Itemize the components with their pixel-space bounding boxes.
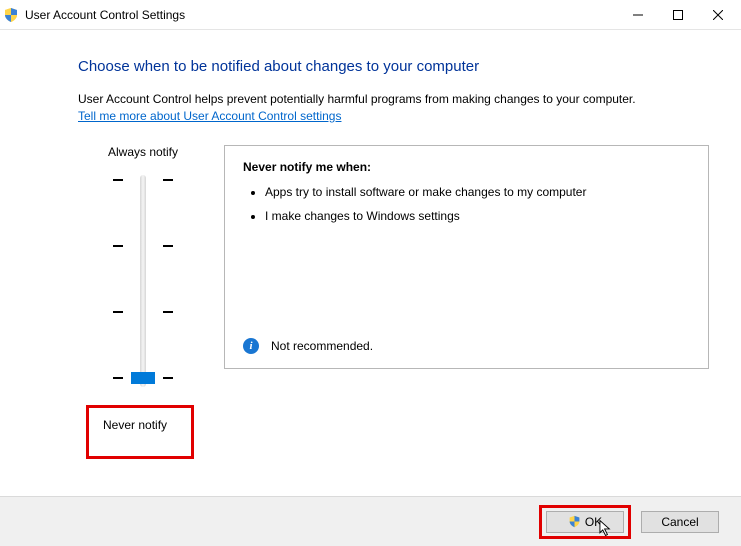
highlight-never-notify: Never notify [86,405,194,459]
ok-button-label: OK [585,515,602,529]
info-icon: i [243,338,259,354]
highlight-ok-button: OK [539,505,631,539]
minimize-button[interactable] [618,1,658,29]
cancel-button[interactable]: Cancel [641,511,719,533]
uac-slider[interactable] [113,171,173,391]
slider-top-label: Always notify [108,145,178,159]
slider-thumb[interactable] [131,372,155,384]
shield-icon [568,515,581,528]
learn-more-link[interactable]: Tell me more about User Account Control … [78,109,341,123]
titlebar: User Account Control Settings [0,0,741,30]
page-description: User Account Control helps prevent poten… [78,91,709,107]
panel-title: Never notify me when: [243,160,690,174]
maximize-button[interactable] [658,1,698,29]
close-button[interactable] [698,1,738,29]
cancel-button-label: Cancel [661,515,698,529]
window-title: User Account Control Settings [25,8,618,22]
detail-panel: Never notify me when: Apps try to instal… [224,145,709,369]
ok-button[interactable]: OK [546,511,624,533]
page-heading: Choose when to be notified about changes… [78,58,709,75]
slider-bottom-label: Never notify [103,418,167,432]
panel-item: Apps try to install software or make cha… [265,184,690,200]
shield-icon [3,7,19,23]
recommendation-text: Not recommended. [271,339,373,353]
panel-item: I make changes to Windows settings [265,208,690,224]
footer: OK Cancel [0,496,741,546]
